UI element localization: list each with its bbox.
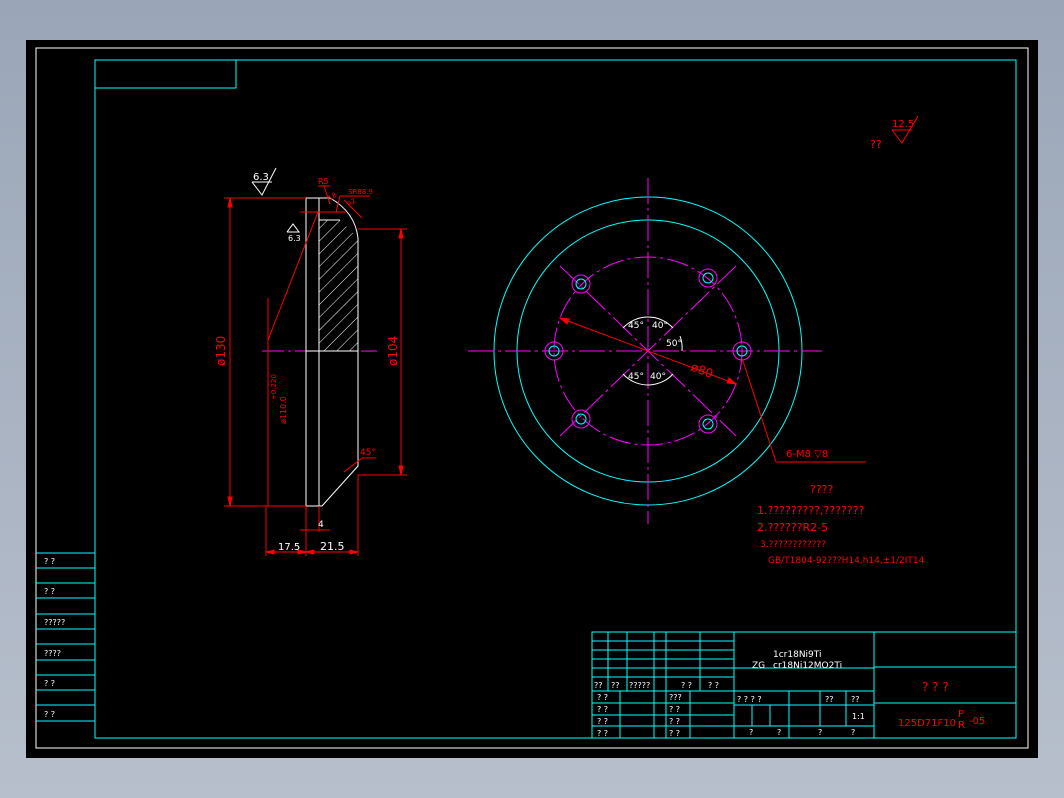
left-strip xyxy=(36,552,95,722)
dim-21-5: 21.5 xyxy=(320,540,345,553)
right-header-1: ? ? ? ? xyxy=(737,695,762,704)
bottom-cell-3: ? xyxy=(818,728,822,737)
scale-value: 1:1 xyxy=(852,712,865,721)
callout-small-b: R2 xyxy=(346,197,358,209)
angle-40-lower: 40° xyxy=(650,372,666,382)
header-cell-4: ? ? xyxy=(681,681,692,690)
left-row-4: ? ? xyxy=(597,729,608,738)
drawing-suffix-p: P xyxy=(958,709,964,720)
header-cell-3: ????? xyxy=(629,681,650,690)
callout-r5: R5 xyxy=(318,177,329,186)
strip-label-3: ????? xyxy=(44,618,65,627)
cad-drawing: ? ? ? ? ????? ???? ? ? ? ? 6.3 6.3 R5 SR… xyxy=(35,47,1029,749)
callout-sr: SR88.9 xyxy=(348,188,373,196)
section-hatch xyxy=(319,220,358,351)
notes-title: ???? xyxy=(810,483,834,496)
angle-50: 50° xyxy=(666,339,682,349)
roughness-general-value: 12.5 xyxy=(892,119,914,130)
dim-dia-110: ø110.0 xyxy=(279,396,288,424)
drawing-suffix-num: -05 xyxy=(969,716,985,727)
notes-line-2: 2.??????R2-5 xyxy=(757,521,828,534)
right-header-2: ?? xyxy=(825,695,834,704)
dim-chamfer-45: 45° xyxy=(360,448,376,458)
mid-row-1: ? ? xyxy=(669,705,680,714)
strip-label-4: ???? xyxy=(44,649,61,658)
material-prefix: ZG xyxy=(752,661,765,671)
inner-border xyxy=(94,59,1017,739)
left-row-2: ? ? xyxy=(597,705,608,714)
dim-pcd-80: ø80 xyxy=(689,360,715,381)
header-cell-1: ?? xyxy=(594,681,603,690)
header-cell-5: ? ? xyxy=(708,681,719,690)
angle-45-lower: 45° xyxy=(628,372,644,382)
header-cell-2: ?? xyxy=(611,681,620,690)
mid-row-2: ? ? xyxy=(669,717,680,726)
left-row-3: ? ? xyxy=(597,717,608,726)
drawing-suffix-r: R xyxy=(958,720,965,731)
left-row-1: ? ? xyxy=(597,693,608,702)
mid-top-label: ??? xyxy=(669,693,682,702)
dim-dia-110-tol: +0.220 xyxy=(270,374,278,400)
technical-notes: ???? 1.?????????,??????? 2.??????R2-5 3.… xyxy=(757,483,925,566)
dim-17-5: 17.5 xyxy=(278,542,300,553)
callout-small-a: 18 xyxy=(327,191,339,203)
outer-border xyxy=(35,47,1029,749)
right-header-3: ?? xyxy=(851,695,860,704)
mid-row-3: ? ? xyxy=(669,729,680,738)
dim-4: 4 xyxy=(318,520,324,530)
part-name: ? ? ? xyxy=(922,680,949,694)
strip-label-2: ? ? xyxy=(44,587,55,596)
bottom-cell-4: ? xyxy=(851,728,855,737)
notes-line-1: 1.?????????,??????? xyxy=(757,504,865,517)
angle-40-upper: 40° xyxy=(652,321,668,331)
roughness-left-top: 6.3 xyxy=(253,172,269,183)
material-line-2: cr18Ni12MO2Ti xyxy=(773,661,842,671)
notes-line-4: GB/T1804-92???H14,h14,±1/2IT14 xyxy=(768,556,925,566)
roughness-left-inner: 6.3 xyxy=(288,234,301,243)
corner-label-box xyxy=(94,59,237,89)
section-view: 6.3 6.3 R5 SR88.9 18 R2 ø130 +0.220 ø110… xyxy=(214,167,407,556)
angle-45-upper: 45° xyxy=(628,321,644,331)
roughness-general-label: ?? xyxy=(870,138,882,151)
drawing-viewport[interactable]: ? ? ? ? ????? ???? ? ? ? ? 6.3 6.3 R5 SR… xyxy=(26,40,1038,758)
strip-label-6: ? ? xyxy=(44,710,55,719)
bottom-cell-2: ? xyxy=(777,728,781,737)
material-line-1: 1cr18Ni9Ti xyxy=(773,650,822,660)
strip-label-5: ? ? xyxy=(44,679,55,688)
drawing-number: 125D71F10 xyxy=(898,718,956,729)
plan-view: 45° 40° 50° 45° 40° ø80 6-M8 ▽8 xyxy=(468,178,866,524)
bottom-cell-1: ? xyxy=(749,728,753,737)
dim-dia-104: ø104 xyxy=(386,336,400,366)
strip-label-1: ? ? xyxy=(44,557,55,566)
notes-line-3: 3.???????????? xyxy=(760,540,826,550)
holes-callout: 6-M8 ▽8 xyxy=(786,449,828,460)
dim-dia-130: ø130 xyxy=(214,336,228,366)
